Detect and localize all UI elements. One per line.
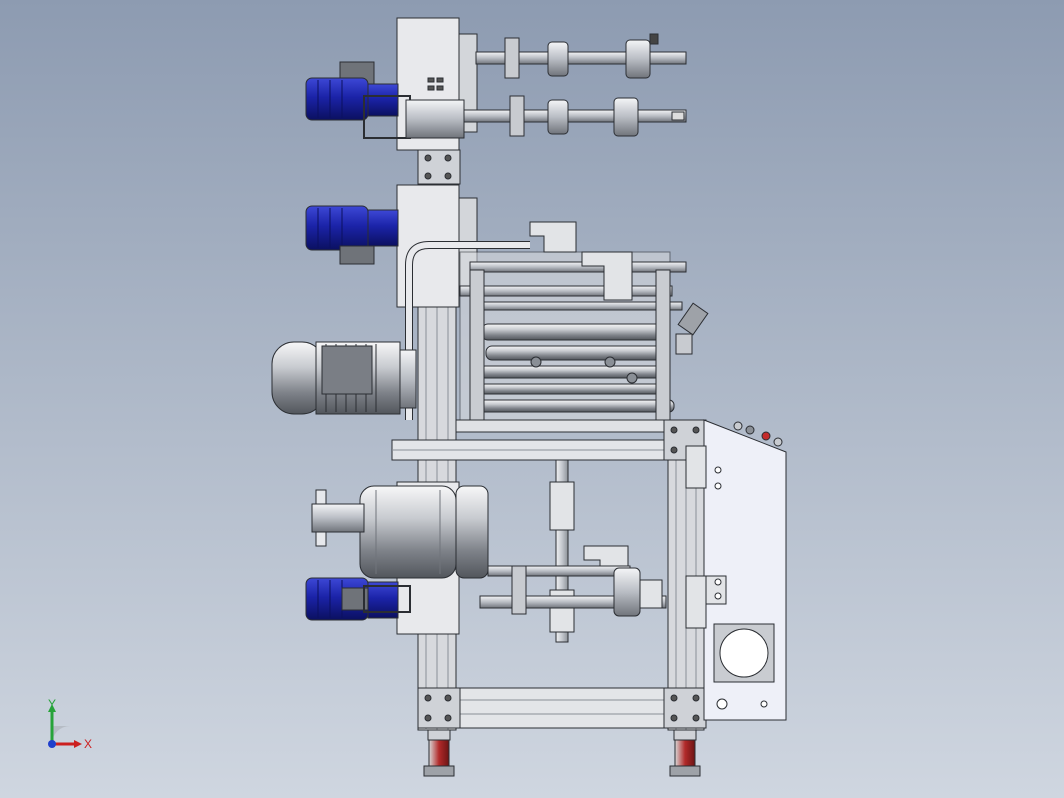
x-axis-label: X xyxy=(84,737,92,751)
upper-shaft-1 xyxy=(475,33,687,79)
leveling-foot-right xyxy=(669,729,701,777)
upper-shaft-2 xyxy=(463,95,687,137)
x-axis-arrowhead xyxy=(74,740,82,748)
lower-drum-motor xyxy=(359,485,489,579)
second-gear-motor xyxy=(305,205,399,265)
leveling-foot-left xyxy=(423,729,455,777)
y-axis-label: Y xyxy=(48,698,56,711)
machine-model[interactable] xyxy=(0,0,1064,798)
roller-1 xyxy=(481,323,663,341)
orientation-triad[interactable]: Y X xyxy=(36,698,96,758)
z-axis-dot xyxy=(48,740,56,748)
roller-2 xyxy=(485,345,663,361)
winding-roller-assembly xyxy=(459,221,709,421)
panel-button-1 xyxy=(733,421,743,431)
panel-button-red xyxy=(761,431,771,441)
lower-gear-motor xyxy=(305,577,399,621)
panel-button-3 xyxy=(773,437,783,447)
pump-outlet xyxy=(311,489,365,547)
frame-beam-bottom xyxy=(417,687,705,729)
frame-beam-upper xyxy=(455,419,669,433)
roller-5 xyxy=(473,399,675,413)
roller-4 xyxy=(479,383,671,395)
main-ac-motor xyxy=(271,341,417,415)
cad-viewport[interactable]: Y X xyxy=(0,0,1064,798)
panel-button-2 xyxy=(745,425,755,435)
top-gear-motor xyxy=(305,61,399,121)
roller-3 xyxy=(479,365,671,379)
